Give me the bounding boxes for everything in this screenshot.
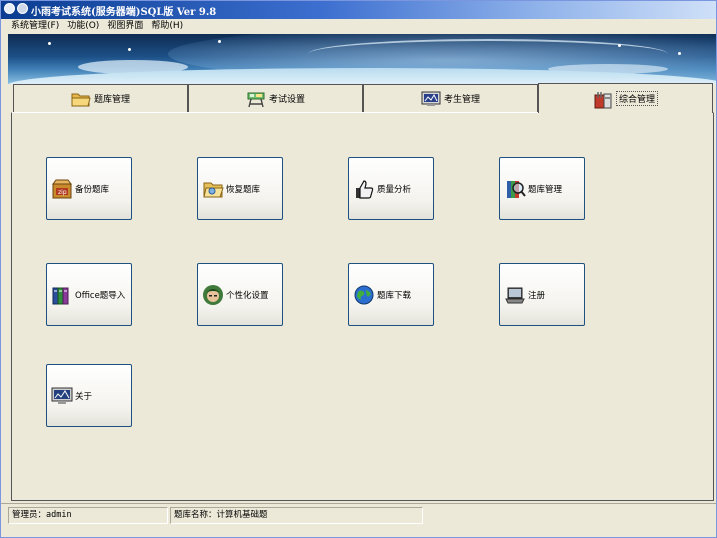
register-label: 注册 (528, 290, 546, 301)
monitor-icon (421, 90, 441, 108)
status-bar: 管理员：admin 题库名称：计算机基础题 (1, 503, 716, 537)
restore-bank-button[interactable]: 恢复题库 (197, 157, 283, 220)
bank-manage-button[interactable]: 题库管理 (499, 157, 585, 220)
office-import-button[interactable]: Office题导入 (46, 263, 132, 326)
tab-exam-settings-label: 考试设置 (268, 95, 305, 105)
register-button[interactable]: 注册 (499, 263, 585, 326)
about-button[interactable]: 关于 (46, 364, 132, 427)
quality-analysis-label: 质量分析 (377, 184, 412, 195)
bank-manage-label: 题库管理 (528, 184, 563, 195)
status-bank-name: 题库名称：计算机基础题 (170, 507, 423, 524)
tab-strip: 题库管理 考试设置 考生管理 综合管理 (11, 83, 714, 114)
toolkit-icon (593, 90, 613, 108)
tab-question-bank-label: 题库管理 (93, 95, 130, 105)
thumbs-up-icon (353, 178, 375, 200)
quality-analysis-button[interactable]: 质量分析 (348, 157, 434, 220)
tab-question-bank[interactable]: 题库管理 (13, 84, 188, 112)
tab-candidates-label: 考生管理 (443, 95, 480, 105)
title-bar-icons (4, 3, 28, 14)
menu-function[interactable]: 功能(O) (63, 19, 103, 34)
about-label: 关于 (75, 391, 93, 402)
laptop-icon (504, 284, 526, 306)
personalize-button[interactable]: 个性化设置 (197, 263, 283, 326)
title-bar[interactable]: 小雨考试系统(服务器端)SQL版 Ver 9.8 (1, 1, 716, 19)
window-title: 小雨考试系统(服务器端)SQL版 Ver 9.8 (31, 7, 217, 18)
avatar-icon (202, 284, 224, 306)
tab-exam-settings[interactable]: 考试设置 (188, 84, 363, 112)
monitor-chart-icon (51, 385, 73, 407)
bank-download-label: 题库下载 (377, 290, 412, 301)
backup-bank-button[interactable]: zip 备份题库 (46, 157, 132, 220)
open-folder-icon (202, 178, 224, 200)
menu-system[interactable]: 系统管理(F) (1, 19, 63, 34)
menu-bar: 系统管理(F) 功能(O) 视图界面 帮助(H) (1, 19, 716, 34)
tab-general-label: 综合管理 (615, 91, 658, 106)
system-menu-icon[interactable] (17, 3, 28, 14)
tab-candidates[interactable]: 考生管理 (363, 84, 538, 112)
status-admin: 管理员：admin (8, 507, 168, 524)
tab-general[interactable]: 综合管理 (538, 83, 713, 113)
desk-icon (246, 90, 266, 108)
banner-image (8, 34, 716, 84)
books-magnifier-icon (504, 178, 526, 200)
menu-help[interactable]: 帮助(H) (147, 19, 187, 34)
backup-bank-label: 备份题库 (75, 184, 110, 195)
bank-download-button[interactable]: 题库下载 (348, 263, 434, 326)
restore-bank-label: 恢复题库 (226, 184, 261, 195)
globe-icon (353, 284, 375, 306)
office-books-icon (51, 284, 73, 306)
zip-box-icon: zip (51, 178, 73, 200)
personalize-label: 个性化设置 (226, 290, 269, 301)
menu-view[interactable]: 视图界面 (103, 19, 147, 34)
folder-icon (71, 90, 91, 108)
svg-text:zip: zip (58, 189, 67, 196)
office-import-label: Office题导入 (75, 290, 126, 301)
app-icon[interactable] (4, 3, 15, 14)
app-window: 小雨考试系统(服务器端)SQL版 Ver 9.8 系统管理(F) 功能(O) 视… (0, 0, 717, 538)
